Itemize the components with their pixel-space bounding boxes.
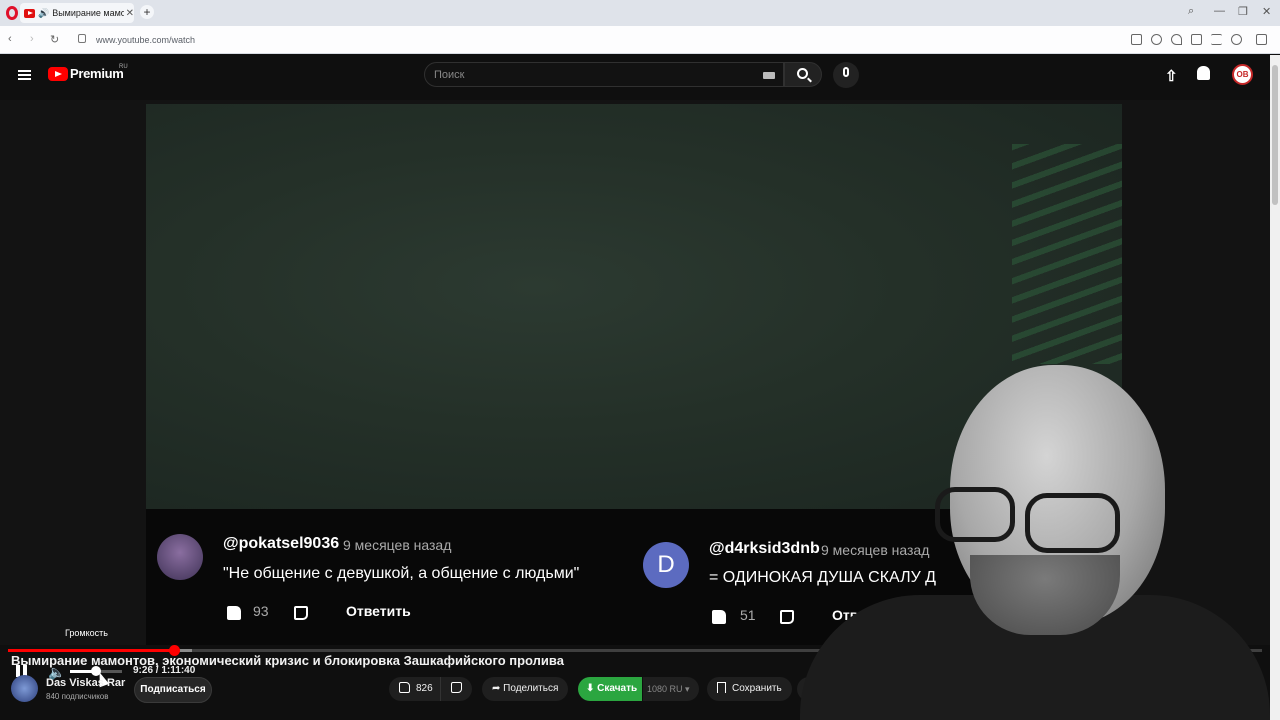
search-placeholder: Поиск: [434, 69, 465, 81]
browser-search-icon[interactable]: ⌕: [1188, 5, 1194, 18]
youtube-favicon-icon: [24, 8, 35, 18]
share-button[interactable]: ➦ Поделиться: [482, 677, 569, 701]
dislike-icon: [780, 610, 794, 624]
url-field[interactable]: www.youtube.com/watch: [96, 35, 195, 45]
menu-hamburger-icon[interactable]: [18, 70, 31, 80]
like-icon: [399, 682, 410, 693]
video-title: Вымирание мамонтов, экономический кризис…: [11, 653, 564, 668]
camera-icon[interactable]: [1131, 34, 1142, 45]
tab-title: Вымирание мамонто: [52, 8, 124, 18]
volume-tooltip: Громкость: [65, 628, 108, 638]
youtube-logo-icon[interactable]: [48, 67, 68, 81]
save-button[interactable]: Сохранить: [707, 677, 792, 701]
address-bar: ‹ › ↻ www.youtube.com/watch: [0, 26, 1280, 73]
back-icon[interactable]: ‹: [8, 33, 12, 45]
voice-search-button[interactable]: [833, 62, 859, 88]
heart-icon[interactable]: [1171, 34, 1182, 45]
share-label: Поделиться: [503, 683, 559, 694]
user-avatar[interactable]: OB: [1232, 64, 1253, 85]
minimize-icon[interactable]: —: [1214, 5, 1225, 17]
upload-icon[interactable]: ⇧: [1165, 67, 1178, 85]
channel-avatar[interactable]: [11, 675, 38, 702]
comment-avatar: D: [643, 542, 689, 588]
extensions-icon[interactable]: [1256, 34, 1267, 45]
notifications-bell-icon[interactable]: [1197, 66, 1210, 80]
subscriber-count: 840 подписчиков: [46, 692, 109, 701]
save-label: Сохранить: [732, 683, 782, 694]
chevron-down-icon: ▾: [682, 684, 690, 694]
browser-tab[interactable]: 🔊 Вымирание мамонто ✕: [20, 3, 134, 23]
shield-icon[interactable]: [1151, 34, 1162, 45]
reload-icon[interactable]: ↻: [50, 33, 59, 46]
lock-icon[interactable]: [78, 34, 86, 43]
glasses-icon: [935, 487, 1015, 542]
forward-icon[interactable]: ›: [30, 33, 34, 45]
glasses-icon: [1025, 493, 1120, 553]
audio-playing-icon[interactable]: 🔊: [38, 8, 49, 19]
video-trees: [1012, 144, 1122, 364]
dislike-icon: [451, 682, 462, 693]
search-icon: [797, 68, 808, 79]
like-button[interactable]: 826: [389, 677, 443, 701]
search-input[interactable]: Поиск: [424, 62, 784, 87]
download-label: Скачать: [597, 683, 638, 694]
opera-logo-icon[interactable]: [6, 6, 18, 20]
dislike-button[interactable]: [440, 677, 472, 701]
quality-label: 1080 RU: [647, 684, 683, 694]
like-icon: [712, 610, 726, 624]
microphone-icon: [843, 67, 849, 77]
download-arrow-icon: ⬇: [586, 683, 598, 694]
webcam-overlay: [800, 355, 1270, 720]
share-icon: ➦: [492, 683, 504, 694]
tab-close-icon[interactable]: ✕: [126, 8, 134, 19]
browser-tab-bar: 🔊 Вымирание мамонто ✕ + ⌕ — ❐ ✕: [0, 0, 1280, 26]
scroll-thumb[interactable]: [1272, 65, 1278, 205]
progress-fill: [8, 649, 174, 652]
bookmark-icon: [717, 682, 726, 693]
like-icon: [227, 606, 241, 620]
download-button[interactable]: ⬇ Скачать: [578, 677, 642, 701]
quality-dropdown[interactable]: 1080 RU ▾: [643, 677, 699, 701]
menu-icon[interactable]: [1211, 34, 1222, 45]
subscribe-button[interactable]: Подписаться: [134, 677, 212, 703]
close-window-icon[interactable]: ✕: [1262, 5, 1271, 18]
new-tab-button[interactable]: +: [140, 5, 154, 19]
download-icon[interactable]: [1191, 34, 1202, 45]
channel-name[interactable]: Das Viskas Rar: [46, 677, 125, 689]
comment-avatar: [157, 534, 203, 580]
dislike-icon: [294, 606, 308, 620]
comment-reply: Ответить: [346, 603, 411, 619]
search-button[interactable]: [784, 62, 822, 87]
comment-username: @pokatsel9036: [223, 535, 340, 552]
like-count: 826: [416, 683, 433, 694]
region-label: RU: [119, 64, 128, 70]
comment-text: "Не общение с девушкой, а общение с людь…: [223, 565, 580, 582]
page-scrollbar[interactable]: [1270, 55, 1280, 720]
brand-label[interactable]: Premium: [70, 66, 124, 81]
keyboard-icon[interactable]: [763, 72, 775, 79]
profile-icon[interactable]: [1231, 34, 1242, 45]
comment-like-count: 51: [740, 607, 756, 623]
comment-time: 9 месяцев назад: [343, 537, 452, 553]
restore-icon[interactable]: ❐: [1238, 5, 1248, 18]
comment-like-count: 93: [253, 603, 269, 619]
